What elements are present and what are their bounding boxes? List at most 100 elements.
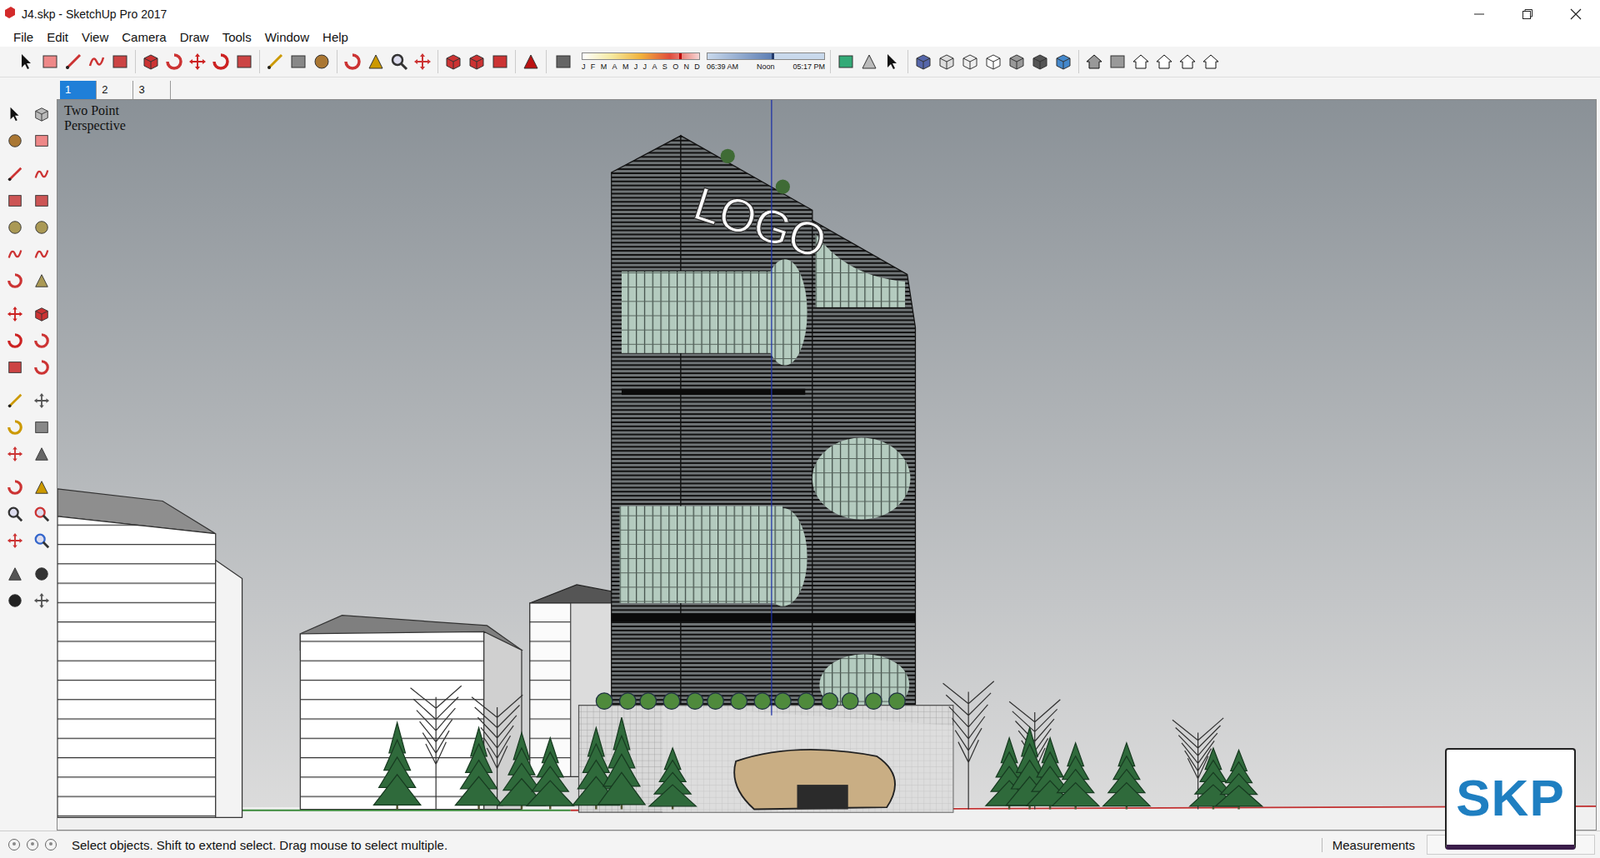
month-label: N	[684, 61, 690, 72]
push-pull-icon[interactable]	[30, 302, 54, 326]
tape-measure-icon[interactable]	[3, 389, 27, 413]
shadows-toggle-icon[interactable]	[551, 50, 575, 74]
hidden-line-icon[interactable]	[981, 50, 1005, 74]
dimension-icon[interactable]	[30, 389, 54, 413]
scene-tab[interactable]: 1	[60, 80, 97, 100]
time-slider[interactable]: 06:39 AMNoon05:17 PM	[706, 52, 825, 72]
month-label: J	[634, 61, 639, 72]
scale-icon[interactable]	[232, 50, 256, 74]
select-icon[interactable]	[3, 102, 27, 126]
menu-item[interactable]: File	[6, 28, 40, 46]
model-scene[interactable]: LOGO	[57, 100, 1596, 830]
menu-item[interactable]: Camera	[115, 28, 173, 46]
select-icon[interactable]	[15, 50, 39, 74]
credits-icon[interactable]	[23, 837, 42, 853]
freehand-icon[interactable]	[30, 162, 54, 186]
line-icon[interactable]	[61, 50, 85, 74]
previous-view-icon[interactable]	[30, 529, 54, 553]
menu-item[interactable]: Window	[258, 28, 316, 46]
rotate-icon[interactable]	[3, 329, 27, 353]
offset-icon[interactable]	[30, 355, 54, 380]
two-point-arc-icon[interactable]	[30, 242, 54, 266]
axes-icon[interactable]	[3, 442, 27, 466]
right-view-icon[interactable]	[1152, 50, 1176, 74]
xray-icon[interactable]	[911, 50, 935, 74]
clouds-icon[interactable]	[857, 50, 881, 74]
pan-icon[interactable]	[30, 475, 54, 500]
menu-item[interactable]: Edit	[40, 28, 75, 46]
ruby-icon[interactable]	[519, 50, 543, 74]
rectangle-icon[interactable]	[3, 189, 27, 213]
back-view-icon[interactable]	[1175, 50, 1200, 74]
eraser-icon[interactable]	[38, 50, 62, 74]
scene-tab[interactable]: 2	[96, 80, 134, 100]
rotate-icon[interactable]	[209, 50, 233, 74]
model-viewport[interactable]: LOGOTwo PointPerspective	[56, 99, 1597, 831]
menu-item[interactable]: Tools	[215, 28, 259, 46]
tape-measure-icon[interactable]	[263, 50, 287, 74]
protractor-icon[interactable]	[3, 415, 27, 440]
eraser-icon[interactable]	[30, 129, 54, 153]
scene-tab[interactable]: 3	[133, 80, 170, 100]
polygon-icon[interactable]	[30, 215, 54, 240]
orbit-icon[interactable]	[340, 50, 365, 74]
paint-bucket-icon[interactable]	[3, 129, 27, 153]
front-view-icon[interactable]	[1129, 50, 1153, 74]
push-pull-icon[interactable]	[139, 50, 163, 74]
pan-icon[interactable]	[364, 50, 388, 74]
left-view-icon[interactable]	[1199, 50, 1223, 74]
share-model-icon[interactable]	[465, 50, 489, 74]
close-icon[interactable]	[1551, 1, 1600, 27]
top-view-icon[interactable]	[1105, 50, 1130, 74]
zoom-icon[interactable]	[3, 502, 27, 526]
rotated-rectangle-icon[interactable]	[30, 189, 54, 213]
text-icon[interactable]	[286, 50, 310, 74]
look-around-icon[interactable]	[30, 562, 54, 586]
time-label: 05:17 PM	[792, 61, 825, 72]
toolbar: JFMAMJJASOND06:39 AMNoon05:17 PM	[0, 46, 1600, 78]
position-camera-icon[interactable]	[3, 562, 27, 586]
zoom-extents-icon[interactable]	[3, 529, 27, 553]
text-icon[interactable]	[30, 415, 54, 440]
restore-icon[interactable]	[1503, 1, 1552, 27]
warehouse-icon[interactable]	[441, 50, 465, 74]
menu-item[interactable]: Help	[315, 28, 355, 46]
scale-icon[interactable]	[3, 355, 27, 380]
shaded-icon[interactable]	[1005, 50, 1029, 74]
geo-location-icon[interactable]	[5, 837, 24, 853]
menu-item[interactable]: Draw	[173, 28, 216, 46]
monochrome-icon[interactable]	[1051, 50, 1075, 74]
zoom-extents-icon[interactable]	[410, 50, 435, 74]
follow-me-icon[interactable]	[30, 329, 54, 353]
month-slider[interactable]: JFMAMJJASOND	[581, 52, 700, 72]
make-component-icon[interactable]	[30, 102, 54, 126]
move-icon[interactable]	[185, 50, 210, 74]
zoom-icon[interactable]	[387, 50, 411, 74]
zoom-window-icon[interactable]	[30, 502, 54, 526]
line-icon[interactable]	[3, 162, 27, 186]
three-d-text-icon[interactable]	[30, 442, 54, 466]
extension-warehouse-icon[interactable]	[488, 50, 512, 74]
iso-view-icon[interactable]	[1082, 50, 1106, 74]
paint-bucket-icon[interactable]	[310, 50, 334, 74]
month-label: F	[590, 61, 596, 72]
back-edges-icon[interactable]	[935, 50, 959, 74]
follow-me-icon[interactable]	[162, 50, 186, 74]
import-icon[interactable]	[880, 50, 905, 74]
location-icon[interactable]	[834, 50, 858, 74]
user-icon[interactable]	[41, 837, 60, 853]
section-plane-icon[interactable]	[30, 589, 54, 613]
walk-icon[interactable]	[3, 589, 27, 613]
shape-icon[interactable]	[108, 50, 132, 74]
shaded-textures-icon[interactable]	[1028, 50, 1052, 74]
minimize-icon[interactable]	[1455, 1, 1504, 27]
orbit-icon[interactable]	[3, 475, 27, 500]
wireframe-icon[interactable]	[958, 50, 982, 74]
circle-icon[interactable]	[3, 215, 27, 240]
menu-item[interactable]: View	[75, 28, 115, 46]
pie-icon[interactable]	[30, 269, 54, 293]
arc-icon[interactable]	[3, 242, 27, 266]
move-icon[interactable]	[3, 302, 27, 326]
arc-icon[interactable]	[85, 50, 109, 74]
three-point-arc-icon[interactable]	[3, 269, 27, 293]
